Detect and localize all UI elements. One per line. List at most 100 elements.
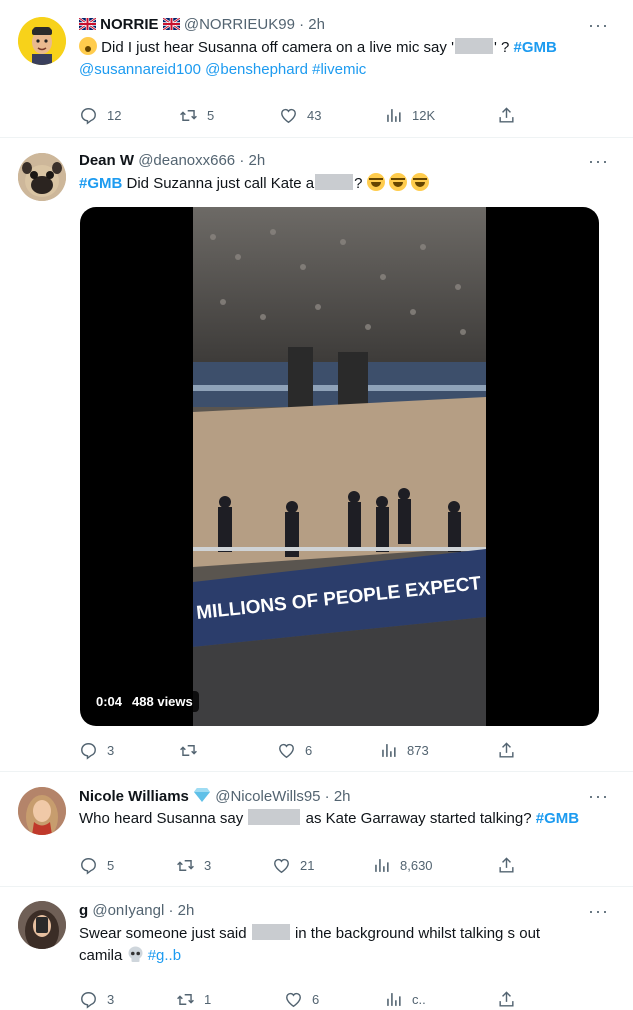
timestamp[interactable]: · 2h: [168, 902, 194, 919]
share-button[interactable]: [497, 105, 516, 125]
reply-icon: [81, 991, 96, 1009]
views-count: 873: [407, 742, 429, 758]
retweet-icon: [177, 993, 194, 1005]
avatar[interactable]: [18, 787, 66, 835]
views-button[interactable]: 8,630: [372, 855, 433, 875]
tweet-text: Who heard Susanna say as Kate Garraway s…: [79, 809, 580, 827]
views-button[interactable]: 12K: [384, 105, 435, 125]
reply-count: 5: [107, 857, 115, 873]
reply-icon: [81, 857, 96, 875]
like-icon: [286, 992, 301, 1007]
video-badge: 0:04 488 views: [90, 691, 199, 712]
reply-count: 3: [107, 742, 115, 758]
retweet-icon: [180, 744, 197, 756]
timestamp[interactable]: · 2h: [299, 16, 325, 33]
views-icon: [387, 992, 401, 1006]
reply-button[interactable]: 3: [79, 740, 114, 760]
redaction: [454, 38, 493, 54]
retweet-button[interactable]: 1: [176, 989, 211, 1009]
retweet-count: 1: [204, 991, 212, 1007]
like-count: 21: [300, 857, 315, 873]
profile-photo-icon: [18, 787, 66, 835]
video-player[interactable]: MILLIONS OF PEOPLE EXPECT 0:04 488 views: [80, 207, 599, 726]
share-icon: [499, 106, 514, 123]
reply-count: 12: [107, 107, 122, 123]
more-icon[interactable]: ···: [588, 787, 609, 805]
views-count: c..: [412, 991, 426, 1007]
face-with-tears-of-joy-icon: [366, 173, 385, 191]
like-icon: [281, 108, 296, 123]
retweet-count: 3: [204, 857, 212, 873]
like-count: 6: [312, 991, 320, 1007]
reply-button[interactable]: 3: [79, 989, 114, 1009]
avatar[interactable]: [18, 901, 66, 949]
share-button[interactable]: [497, 855, 516, 875]
avatar[interactable]: [18, 153, 66, 201]
tweet-text: #GMB Did Suzanna just call Kate a?: [79, 173, 429, 195]
share-button[interactable]: [497, 740, 516, 760]
like-button[interactable]: 6: [277, 740, 312, 760]
reply-button[interactable]: 12: [79, 105, 121, 125]
like-count: 6: [305, 742, 313, 758]
views-icon: [375, 858, 389, 872]
views-count: 8,630: [400, 857, 433, 873]
display-name[interactable]: Nicole Williams: [79, 788, 189, 805]
hashtag-link[interactable]: #GMB: [536, 810, 579, 827]
hashtag-link[interactable]: #GMB: [79, 175, 122, 192]
tweet-actions: 12 5 43 12K: [79, 105, 529, 125]
like-button[interactable]: 6: [284, 989, 319, 1009]
handle[interactable]: @NORRIEUK99: [184, 16, 295, 33]
views-icon: [387, 108, 401, 122]
tweet-header: NORRIE @NORRIEUK99 · 2h: [78, 16, 325, 33]
like-button[interactable]: 21: [272, 855, 314, 875]
handle[interactable]: @NicoleWills95: [215, 788, 320, 805]
more-icon[interactable]: ···: [588, 152, 609, 170]
mention-links[interactable]: @susannareid100 @benshephard #livemic: [79, 59, 366, 81]
video-scene: MILLIONS OF PEOPLE EXPECT: [193, 207, 486, 726]
astonished-face-icon: [79, 37, 97, 55]
skull-icon: [127, 946, 144, 964]
retweet-count: 5: [207, 107, 215, 123]
retweet-button[interactable]: 3: [176, 855, 211, 875]
hashtag-link[interactable]: #GMB: [513, 39, 556, 56]
timestamp[interactable]: · 2h: [239, 152, 265, 169]
video-views: 488 views: [132, 694, 193, 709]
profile-photo-icon: [18, 901, 66, 949]
tweet-norrie[interactable]: NORRIE @NORRIEUK99 · 2h ··· Did I just h…: [0, 0, 633, 137]
retweet-icon: [177, 859, 194, 871]
retweet-button[interactable]: [179, 740, 207, 760]
reply-icon: [81, 107, 96, 125]
handle[interactable]: @onIyangl: [92, 902, 164, 919]
like-icon: [274, 858, 289, 873]
tweet-text: Did I just hear Susanna off camera on a …: [79, 37, 557, 59]
tweet-actions: 3 6 873: [79, 740, 529, 760]
views-button[interactable]: 873: [379, 740, 429, 760]
redaction: [251, 924, 290, 940]
more-icon[interactable]: ···: [588, 16, 609, 34]
reply-icon: [81, 742, 96, 760]
display-name[interactable]: NORRIE: [100, 16, 158, 33]
flag-uk-icon: [78, 16, 97, 33]
avatar[interactable]: [18, 17, 66, 65]
tweet-g[interactable]: g @onIyangl · 2h ··· Swear someone just …: [0, 887, 633, 1010]
display-name[interactable]: g: [79, 902, 88, 919]
flag-uk-icon: [161, 16, 181, 33]
video-time: 0:04: [96, 694, 123, 709]
display-name[interactable]: Dean W: [79, 152, 134, 169]
hashtag-link[interactable]: #g..b: [148, 947, 181, 964]
more-icon[interactable]: ···: [588, 902, 609, 920]
timestamp[interactable]: · 2h: [325, 788, 351, 805]
reply-button[interactable]: 5: [79, 855, 114, 875]
share-button[interactable]: [497, 989, 516, 1009]
share-icon: [499, 990, 514, 1007]
tweet-nicole[interactable]: Nicole Williams @NicoleWills95 · 2h ··· …: [0, 772, 633, 886]
like-icon: [279, 743, 294, 758]
tweet-text-line-2: camila #g..b: [79, 946, 182, 964]
views-button[interactable]: c..: [384, 989, 426, 1009]
redaction: [315, 174, 354, 190]
tweet-actions: 5 3 21 8,630: [79, 855, 529, 875]
pug-avatar-icon: [18, 153, 66, 201]
retweet-button[interactable]: 5: [179, 105, 214, 125]
handle[interactable]: @deanoxx666: [138, 152, 235, 169]
like-button[interactable]: 43: [279, 105, 321, 125]
